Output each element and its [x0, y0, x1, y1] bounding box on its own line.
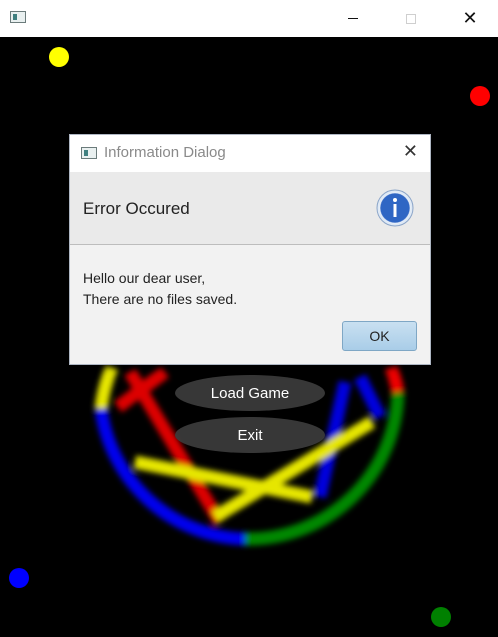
maximize-button[interactable] — [388, 0, 434, 37]
dialog-content-line: There are no files saved. — [83, 291, 238, 307]
information-icon — [376, 189, 414, 227]
dialog-titlebar: Information Dialog ✕ — [70, 135, 430, 172]
minimize-icon — [348, 18, 358, 19]
exit-button[interactable]: Exit — [175, 417, 325, 453]
dialog-window-icon — [81, 147, 97, 159]
minimize-button[interactable] — [330, 0, 376, 37]
dialog-content-line: Hello our dear user, — [83, 270, 206, 286]
ok-button[interactable]: OK — [342, 321, 417, 351]
app-window-icon — [10, 11, 26, 23]
close-button[interactable]: ✕ — [447, 0, 493, 37]
maximize-icon — [406, 13, 416, 24]
green-dot — [431, 607, 451, 627]
dialog-content: Hello our dear user, There are no files … — [83, 268, 237, 310]
close-icon: ✕ — [462, 7, 478, 29]
red-dot — [470, 86, 490, 106]
dialog-close-icon[interactable]: ✕ — [403, 143, 418, 161]
yellow-dot — [49, 47, 69, 67]
dialog-header-text: Error Occured — [83, 199, 190, 218]
star-line-blue-2 — [354, 374, 386, 420]
load-game-button[interactable]: Load Game — [175, 375, 325, 411]
information-dialog: Information Dialog ✕ Error Occured Hello… — [69, 134, 431, 365]
window-titlebar: ✕ — [0, 0, 498, 37]
dialog-title: Information Dialog — [104, 144, 226, 161]
ring-arc-yellow — [94, 364, 119, 410]
dialog-header: Error Occured — [70, 172, 430, 245]
blue-dot — [9, 568, 29, 588]
ring-arc-red — [384, 364, 405, 394]
